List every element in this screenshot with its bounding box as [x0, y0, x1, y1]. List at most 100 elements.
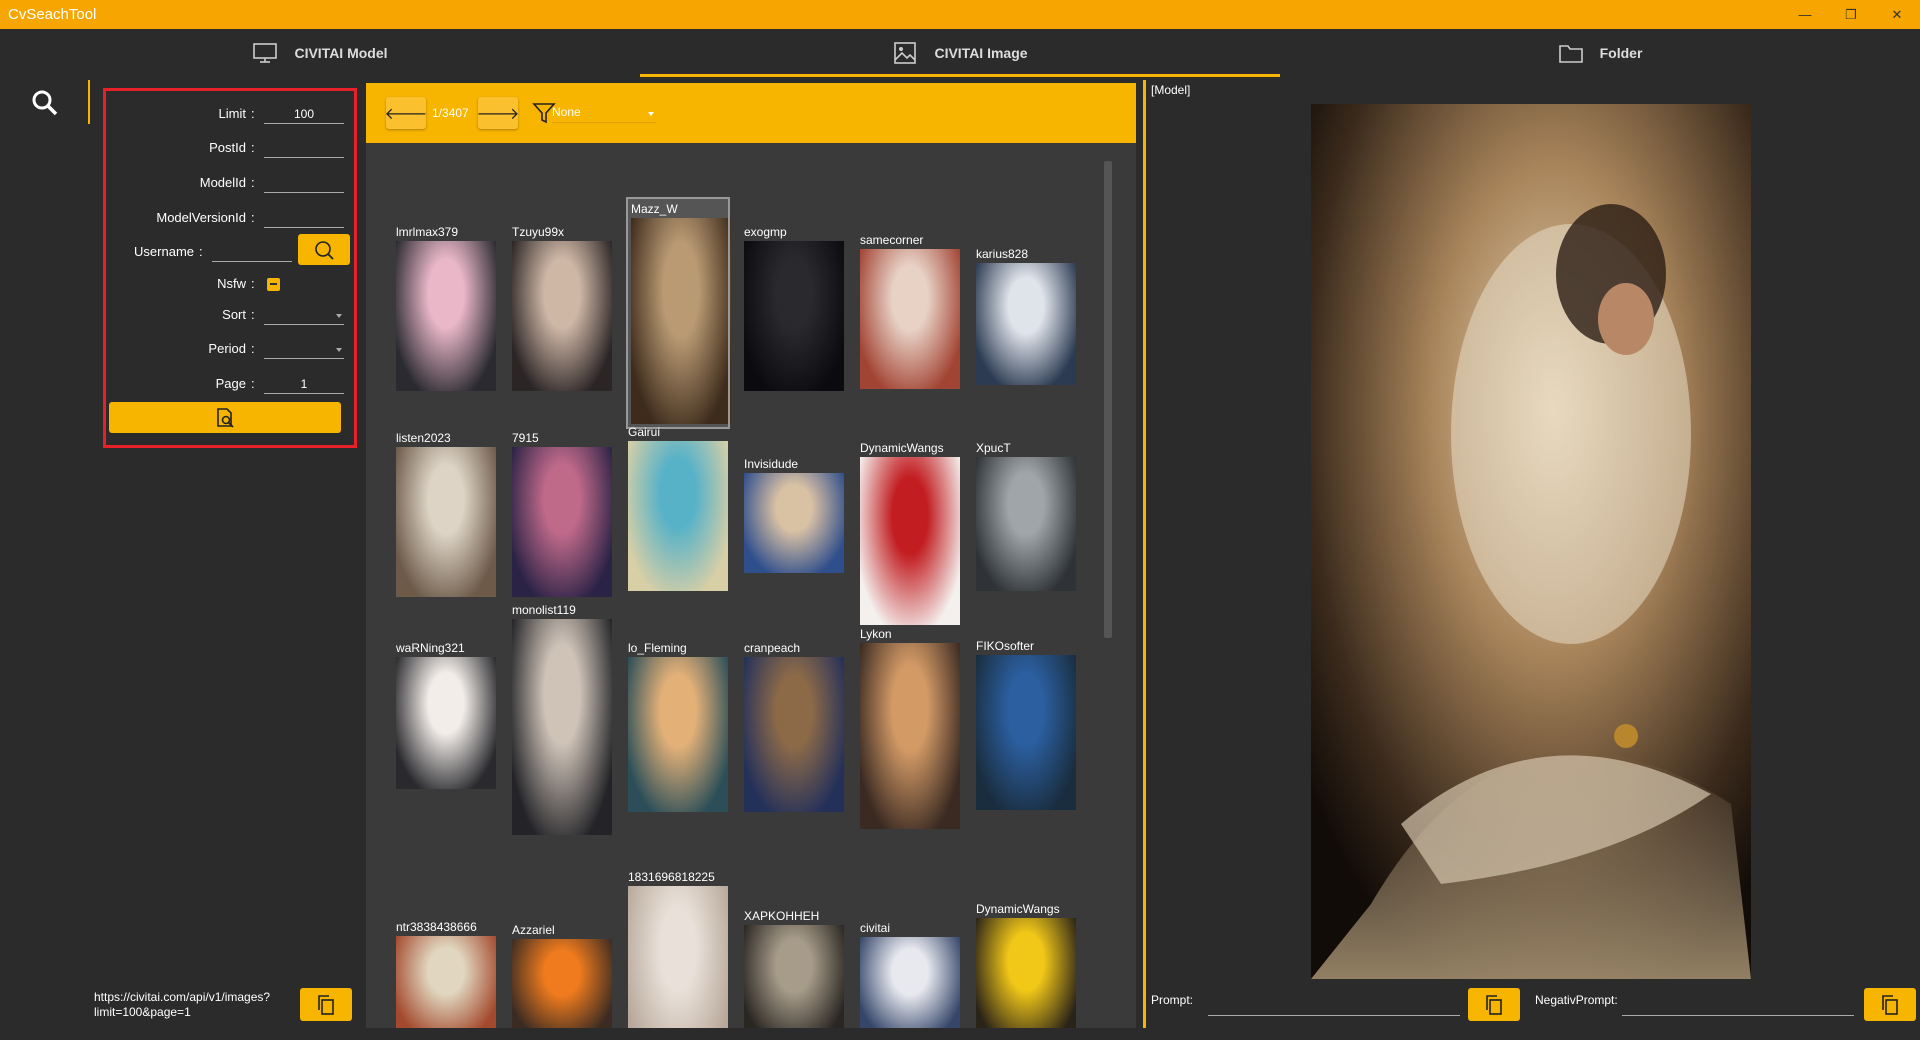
image-username: Mazz_W	[631, 202, 678, 216]
image-thumbnail	[628, 657, 728, 812]
modelid-input[interactable]	[264, 173, 344, 193]
image-card[interactable]: lo_Fleming	[628, 641, 728, 812]
image-card[interactable]: XAPKOHHEH	[744, 909, 844, 1028]
colon: :	[251, 175, 255, 190]
tab-folder[interactable]: Folder	[1280, 29, 1920, 77]
limit-label: Limit	[218, 106, 246, 121]
copy-icon	[1882, 994, 1898, 1015]
image-username: DynamicWangs	[860, 441, 944, 455]
copy-icon	[318, 994, 334, 1015]
image-card[interactable]: Lykon	[860, 627, 960, 829]
username-search-button[interactable]	[298, 234, 350, 265]
image-username: ntr3838438666	[396, 920, 477, 934]
image-card[interactable]: civitai	[860, 921, 960, 1028]
image-card[interactable]: cranpeach	[744, 641, 844, 812]
image-thumbnail	[744, 241, 844, 391]
image-card[interactable]: Gairui	[628, 425, 728, 591]
copy-negative-prompt-button[interactable]	[1864, 988, 1916, 1021]
next-page-button[interactable]: 🡒	[476, 97, 520, 129]
prompt-field[interactable]	[1208, 1015, 1460, 1016]
image-card[interactable]: waRNing321	[396, 641, 496, 789]
image-card[interactable]: listen2023	[396, 431, 496, 597]
sort-select[interactable]	[264, 305, 344, 325]
colon: :	[251, 106, 255, 121]
model-label: [Model]	[1151, 83, 1191, 97]
document-search-icon	[217, 407, 234, 428]
postid-input[interactable]	[264, 138, 344, 158]
tab-label: Folder	[1599, 45, 1643, 61]
image-card[interactable]: ntr3838438666	[396, 920, 496, 1028]
arrow-right-icon: 🡒	[476, 105, 520, 123]
title-bar: CvSeachTool — ❐ ✕	[0, 0, 1920, 29]
image-thumbnail	[860, 457, 960, 625]
monitor-icon	[253, 43, 278, 63]
negative-prompt-field[interactable]	[1622, 1015, 1854, 1016]
copy-prompt-button[interactable]	[1468, 988, 1520, 1021]
app-title: CvSeachTool	[8, 6, 97, 23]
grid-scrollbar[interactable]	[1104, 161, 1112, 638]
nsfw-checkbox[interactable]	[267, 278, 280, 291]
page-input[interactable]: 1	[264, 374, 344, 394]
image-card[interactable]: samecorner	[860, 233, 960, 389]
image-username: Azzariel	[512, 923, 555, 937]
image-thumbnail	[628, 886, 728, 1028]
image-card[interactable]: monolist119	[512, 603, 612, 835]
copy-icon	[1486, 994, 1502, 1015]
modelversionid-input[interactable]	[264, 208, 344, 228]
fetch-images-button[interactable]	[109, 402, 341, 433]
image-card[interactable]: karius828	[976, 247, 1076, 385]
sidebar-divider	[88, 80, 90, 124]
colon: :	[251, 210, 255, 225]
image-username: karius828	[976, 247, 1029, 261]
limit-row: Limit : 100	[106, 100, 354, 130]
image-thumbnail	[631, 218, 731, 424]
tab-civitai-model[interactable]: CIVITAI Model	[0, 29, 640, 77]
search-form: Limit : 100 PostId : ModelId : ModelVers…	[103, 88, 357, 448]
image-card[interactable]: XpucT	[976, 441, 1076, 591]
image-browser-panel: 🡐 1/3407 🡒 None lmrlmax379 Tzuyu99x Mazz_W…	[366, 83, 1136, 1028]
image-card[interactable]: DynamicWangs	[860, 441, 960, 625]
search-icon[interactable]	[30, 88, 60, 118]
image-username: cranpeach	[744, 641, 801, 655]
image-card[interactable]: Mazz_W	[626, 197, 731, 429]
image-card[interactable]: Tzuyu99x	[512, 225, 612, 391]
modelid-label: ModelId	[199, 175, 246, 190]
image-thumbnail	[512, 241, 612, 391]
image-thumbnail	[744, 925, 844, 1028]
image-card[interactable]: FIKOsofter	[976, 639, 1076, 810]
image-card[interactable]: Azzariel	[512, 923, 612, 1028]
username-input[interactable]	[212, 242, 292, 262]
image-username: Lykon	[860, 627, 892, 641]
sort-label: Sort	[222, 307, 246, 322]
close-icon[interactable]: ✕	[1874, 0, 1920, 29]
image-username: exogmp	[744, 225, 787, 239]
modelid-row: ModelId :	[106, 169, 354, 199]
image-thumbnail	[512, 939, 612, 1028]
nsfw-label: Nsfw	[217, 276, 246, 291]
restore-icon[interactable]: ❐	[1828, 0, 1874, 29]
image-icon	[894, 42, 917, 64]
page-indicator: 1/3407	[432, 106, 469, 120]
image-card[interactable]: lmrlmax379	[396, 225, 496, 391]
image-username: 7915	[512, 431, 539, 445]
image-card[interactable]: 1831696818225	[628, 870, 728, 1028]
image-username: Invisidude	[744, 457, 799, 471]
tab-label: CIVITAI Image	[934, 45, 1028, 61]
period-select[interactable]	[264, 339, 344, 359]
image-card[interactable]: 7915	[512, 431, 612, 597]
filter-select[interactable]: None	[552, 105, 656, 123]
postid-label: PostId	[209, 140, 246, 155]
tab-civitai-image[interactable]: CIVITAI Image	[640, 29, 1280, 77]
image-card[interactable]: exogmp	[744, 225, 844, 391]
limit-input[interactable]: 100	[264, 104, 344, 124]
copy-url-button[interactable]	[300, 988, 352, 1021]
minimize-icon[interactable]: —	[1782, 0, 1828, 29]
image-card[interactable]: DynamicWangs	[976, 902, 1076, 1028]
colon: :	[251, 376, 255, 391]
negative-prompt-label: NegativPrompt:	[1535, 993, 1618, 1007]
image-username: civitai	[860, 921, 891, 935]
image-card[interactable]: Invisidude	[744, 457, 844, 573]
prev-page-button[interactable]: 🡐	[384, 97, 428, 129]
arrow-left-icon: 🡐	[384, 105, 428, 123]
browser-toolbar: 🡐 1/3407 🡒 None	[366, 83, 1136, 143]
